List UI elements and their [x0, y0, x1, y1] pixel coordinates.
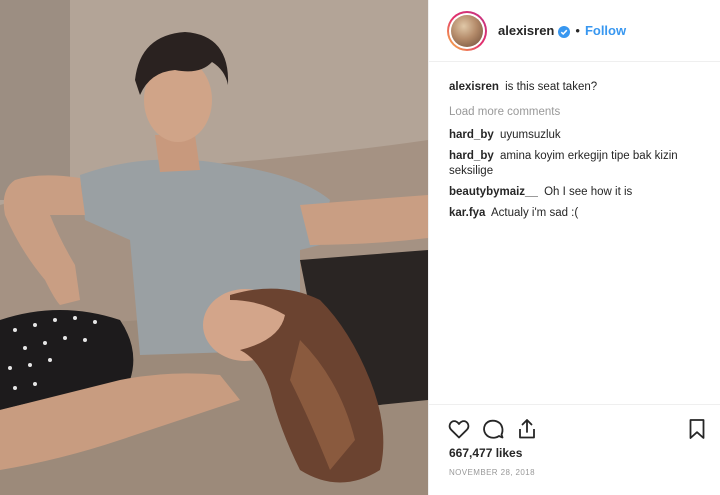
- caption-username[interactable]: alexisren: [449, 81, 499, 93]
- verified-badge-icon: [558, 25, 571, 38]
- comment-item: hard_by uyumsuzluk: [449, 128, 709, 143]
- heart-icon[interactable]: [447, 417, 471, 441]
- comment-text: Actualy i'm sad :(: [491, 207, 579, 219]
- likes-count[interactable]: 667,477 likes: [449, 446, 522, 460]
- post-caption: alexisren is this seat taken?: [449, 80, 709, 95]
- comments-section: alexisren is this seat taken? Load more …: [449, 80, 709, 227]
- caption-text: is this seat taken?: [505, 81, 598, 93]
- bookmark-icon[interactable]: [685, 417, 709, 441]
- comment-text: Oh I see how it is: [544, 186, 633, 198]
- comment-item: beautybymaiz__ Oh I see how it is: [449, 185, 709, 200]
- comment-username[interactable]: kar.fya: [449, 207, 485, 219]
- post-side-panel: alexisren • Follow alexisren is this sea…: [428, 0, 720, 495]
- post-date: NOVEMBER 28, 2018: [449, 468, 535, 477]
- follow-button[interactable]: Follow: [585, 23, 626, 38]
- comment-item: hard_by amina koyim erkegijn tipe bak ki…: [449, 149, 709, 179]
- author-username[interactable]: alexisren: [498, 23, 554, 38]
- comment-item: kar.fya Actualy i'm sad :(: [449, 206, 709, 221]
- post-photo[interactable]: [0, 0, 428, 495]
- comment-icon[interactable]: [481, 417, 505, 441]
- photo-illustration: [0, 0, 428, 495]
- instagram-post: alexisren • Follow alexisren is this sea…: [0, 0, 720, 495]
- post-header: alexisren • Follow: [429, 0, 720, 62]
- action-bar: [429, 404, 720, 446]
- load-more-comments-link[interactable]: Load more comments: [449, 105, 709, 120]
- share-icon[interactable]: [515, 417, 539, 441]
- comment-text: uyumsuzluk: [499, 129, 561, 141]
- comment-username[interactable]: hard_by: [449, 150, 494, 162]
- author-avatar[interactable]: [447, 10, 487, 51]
- comment-username[interactable]: hard_by: [449, 129, 494, 141]
- comment-username[interactable]: beautybymaiz__: [449, 186, 538, 198]
- header-separator: •: [575, 23, 580, 38]
